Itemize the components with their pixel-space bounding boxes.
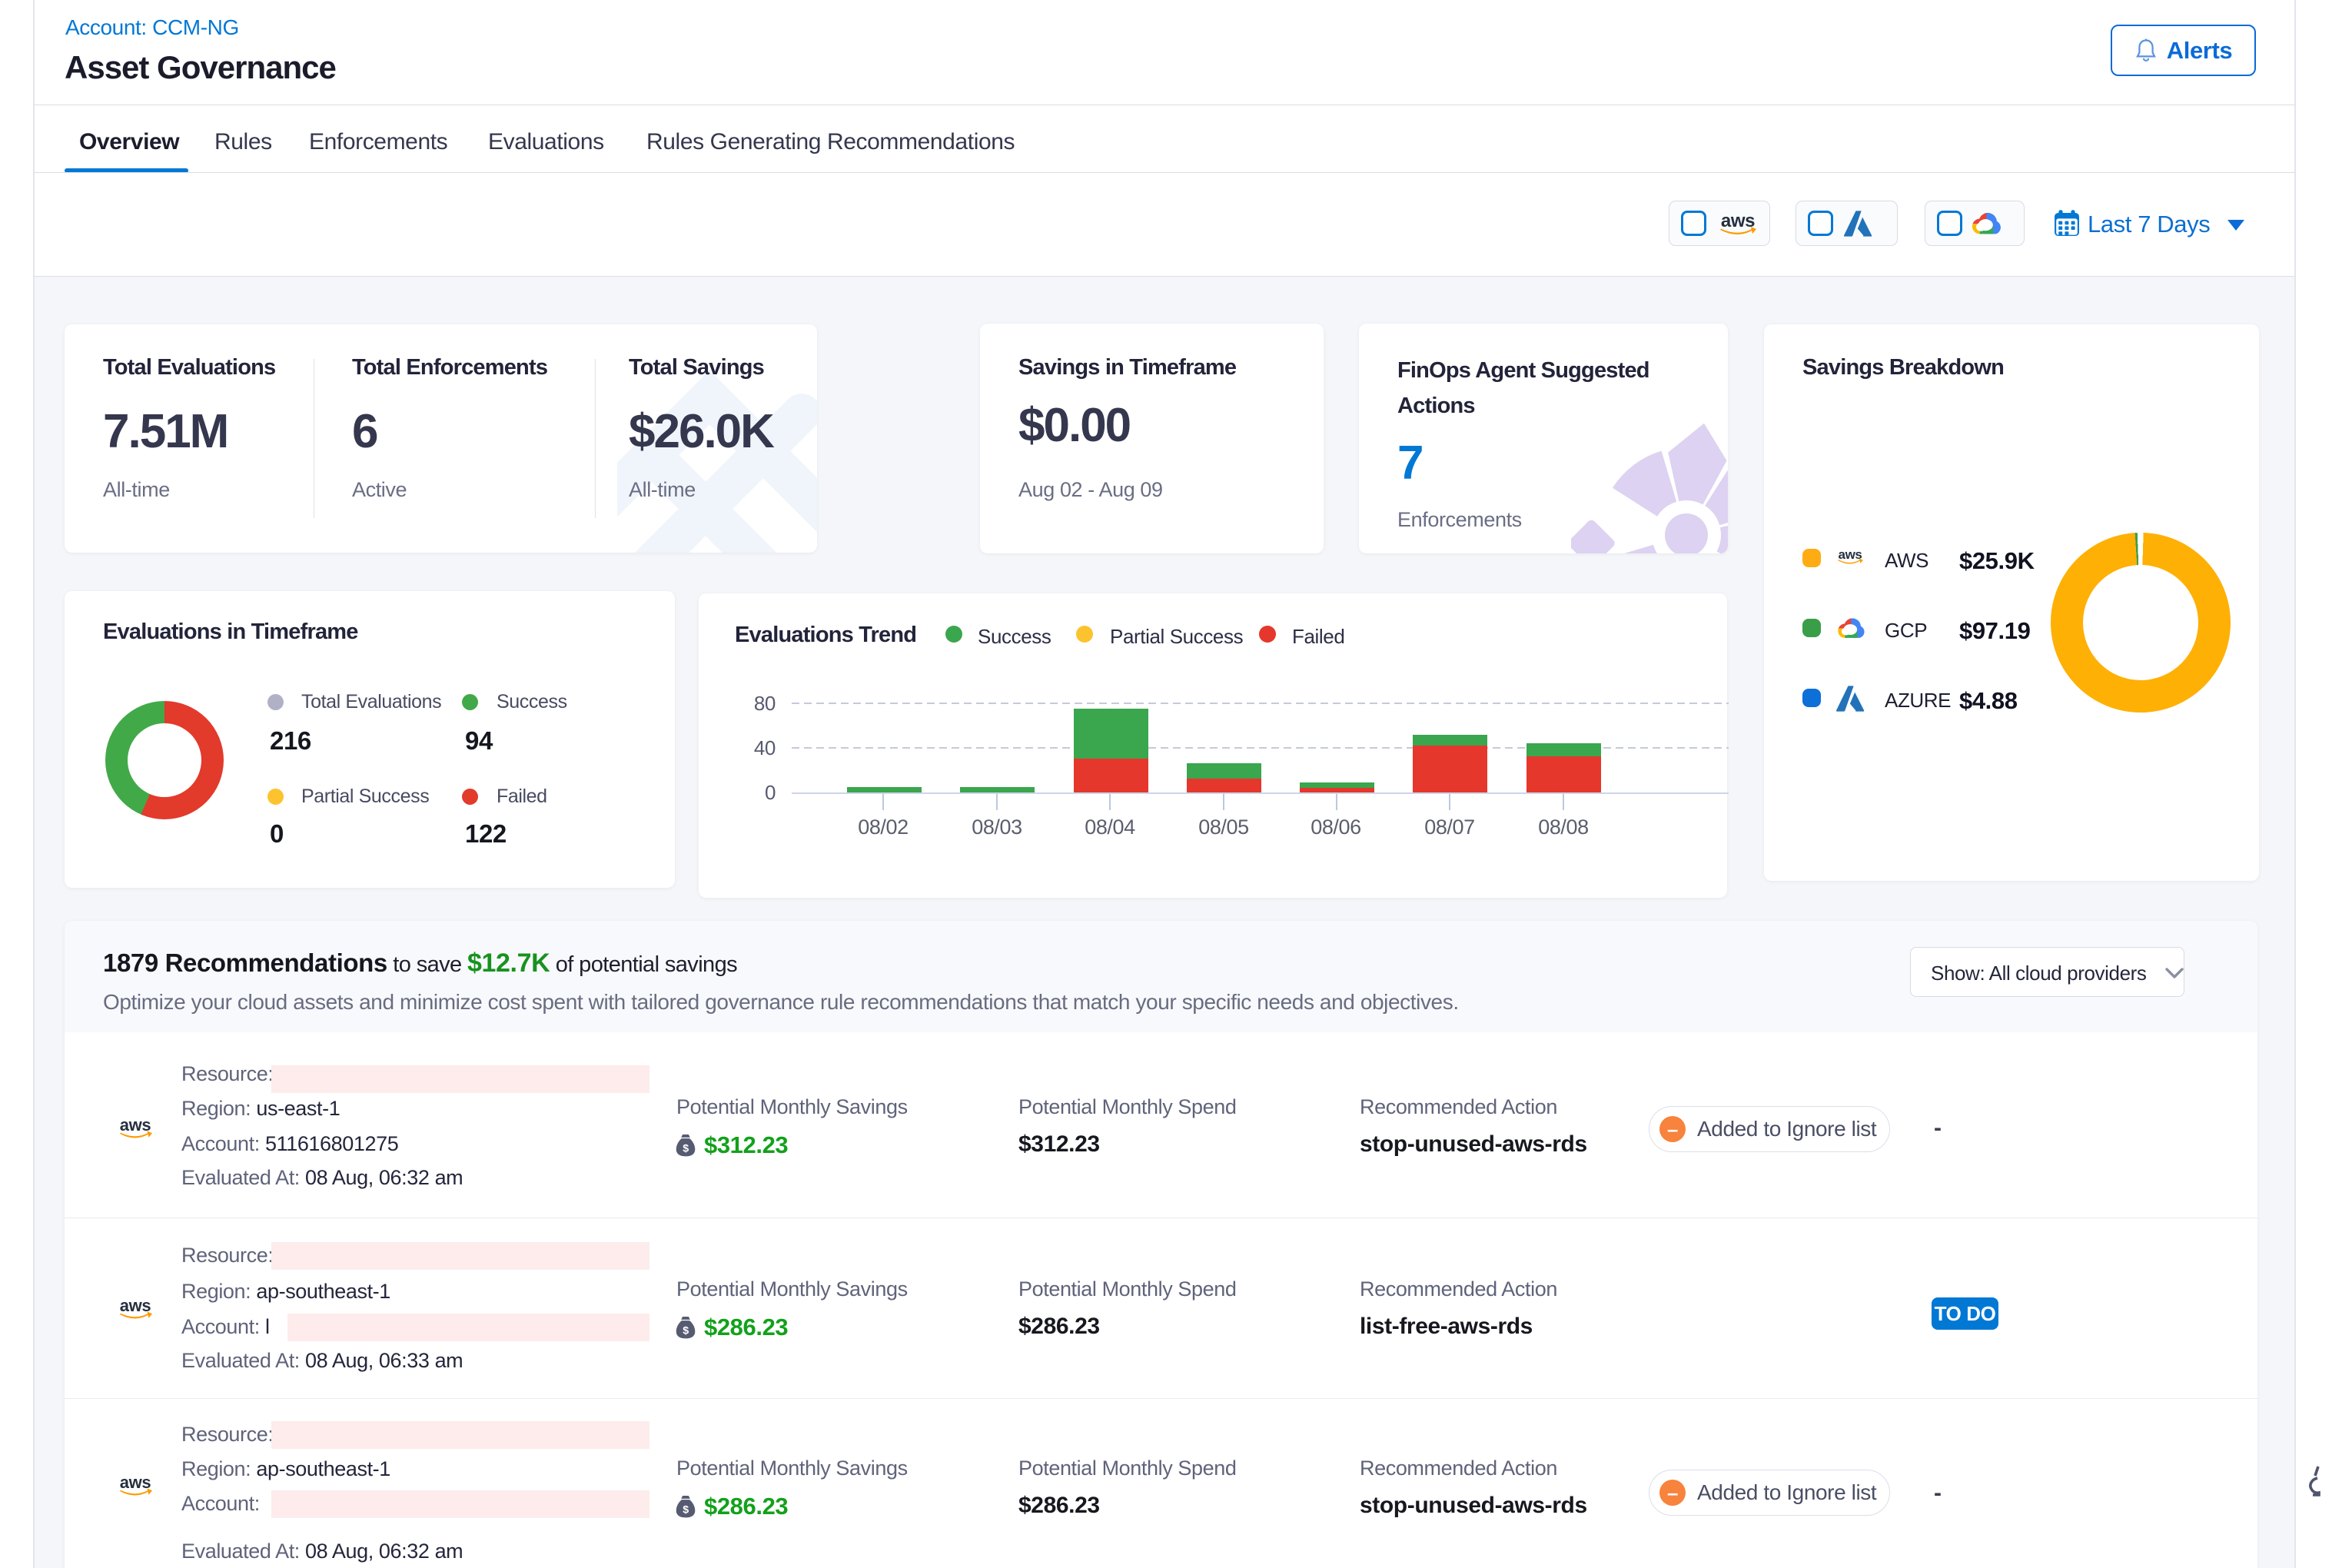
svg-text:aws: aws: [1721, 211, 1755, 231]
svg-text:aws: aws: [1839, 547, 1862, 562]
